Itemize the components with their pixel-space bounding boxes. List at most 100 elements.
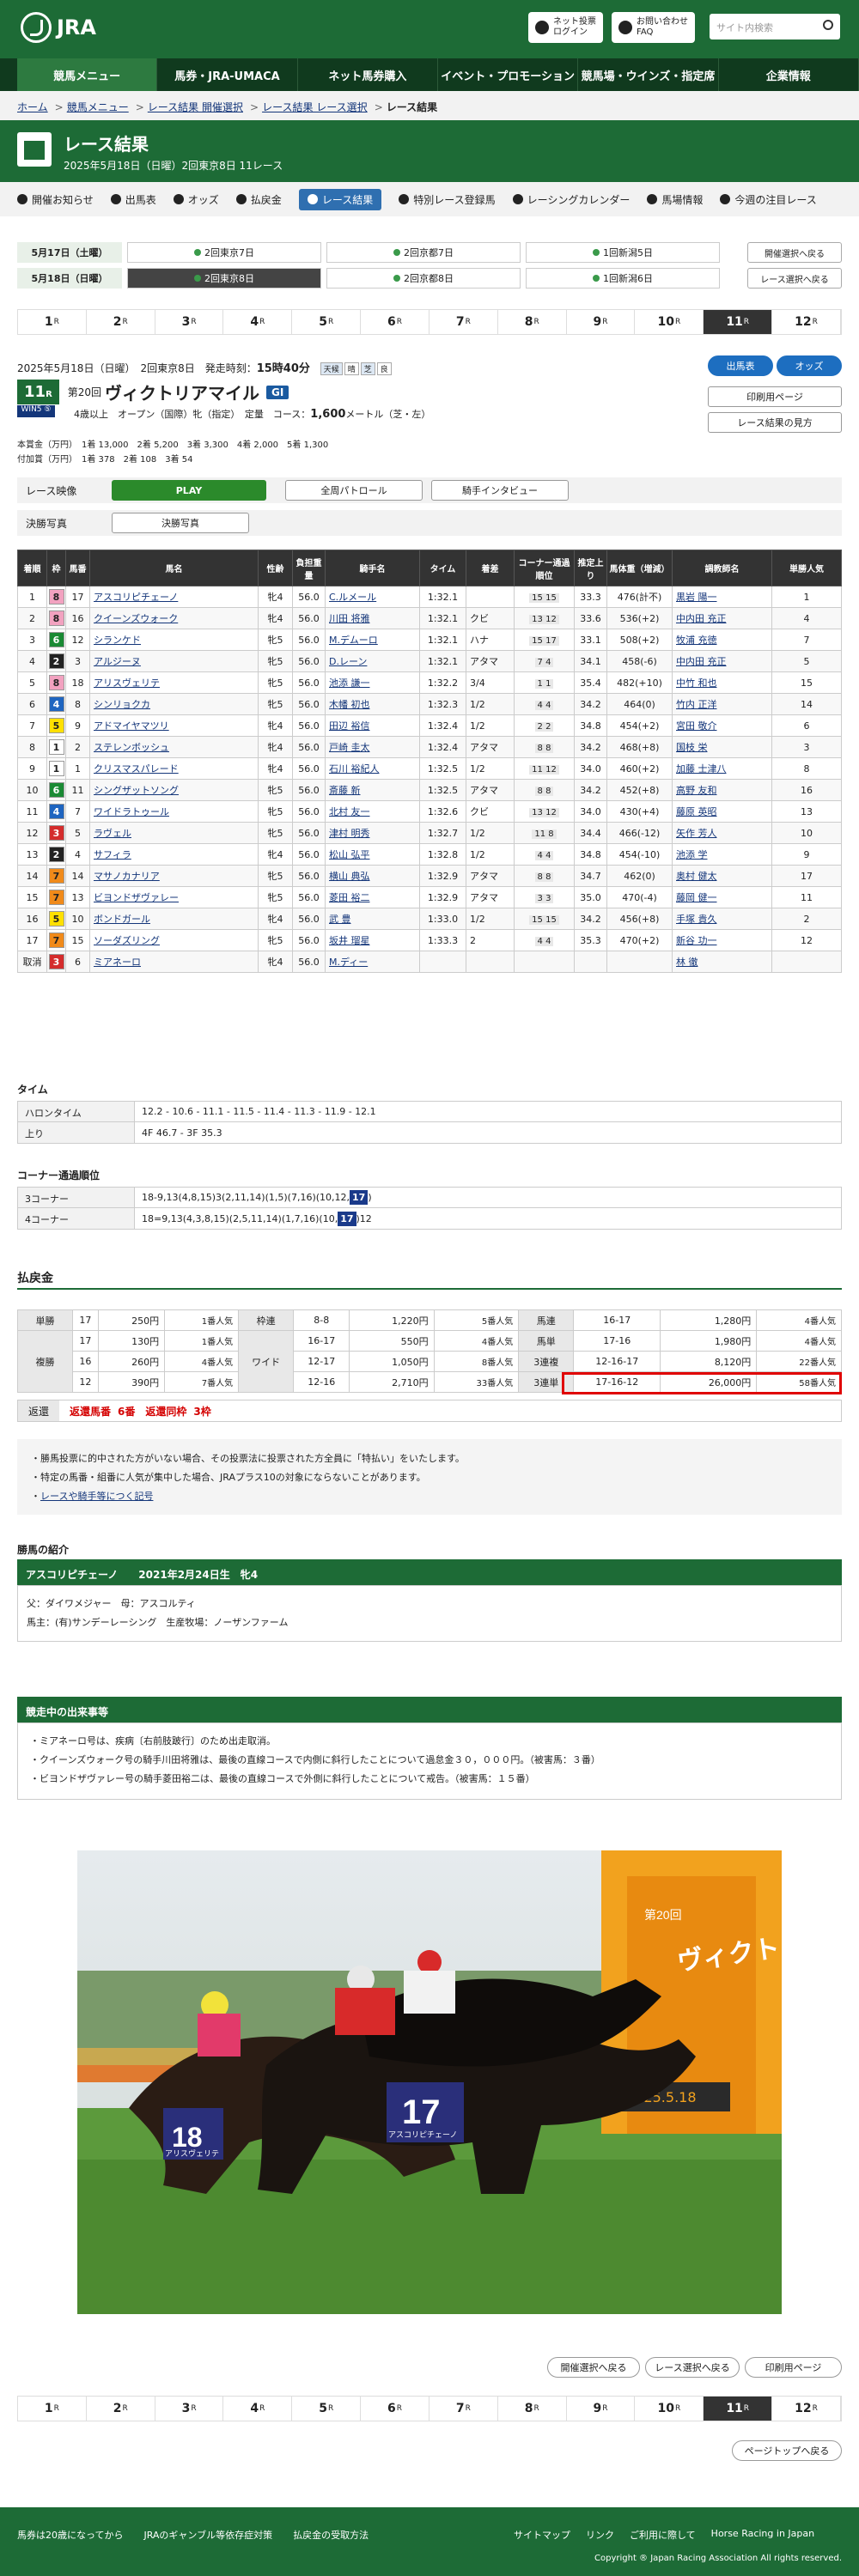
jockey-link[interactable]: 石川 裕紀人 (329, 763, 380, 775)
race-nav-item[interactable]: 6R (361, 2397, 430, 2421)
footer-link[interactable]: リンク (586, 2528, 614, 2542)
race-nav-item[interactable]: 3R (155, 2397, 224, 2421)
horse-name-link[interactable]: ボンドガール (94, 914, 150, 925)
breadcrumb-link[interactable]: レース結果 開催選択 (148, 101, 243, 113)
footer-link[interactable]: 馬券は20歳になってから (17, 2528, 123, 2542)
race-nav-item[interactable]: 6R (361, 310, 430, 334)
trainer-link[interactable]: 黒岩 陽一 (676, 592, 717, 603)
jockey-link[interactable]: 津村 明秀 (329, 828, 370, 839)
jockey-link[interactable]: 斎藤 新 (329, 785, 361, 796)
page-top-button[interactable]: ページトップへ戻る (732, 2440, 842, 2461)
trainer-link[interactable]: 高野 友和 (676, 785, 717, 796)
back-to-race-button[interactable]: レース選択へ戻る (645, 2357, 740, 2378)
net-login-button[interactable]: ネット投票 ログイン (528, 12, 603, 43)
jockey-link[interactable]: D.レーン (329, 656, 367, 667)
race-nav-item[interactable]: 9R (567, 2397, 636, 2421)
trainer-link[interactable]: 新谷 功一 (676, 935, 717, 946)
subnav-tab[interactable]: レーシングカレンダー (512, 192, 630, 207)
jockey-link[interactable]: 田辺 裕信 (329, 720, 370, 732)
subnav-tab[interactable]: 払戻金 (235, 192, 282, 207)
horse-name-link[interactable]: マサノカナリア (94, 871, 160, 882)
horse-name-link[interactable]: アルジーヌ (94, 656, 141, 667)
interview-button[interactable]: 騎手インタビュー (431, 480, 569, 501)
footer-link[interactable]: サイトマップ (514, 2528, 570, 2542)
meeting-button[interactable]: 2回東京8日 (127, 268, 321, 289)
horse-name-link[interactable]: シングザットソング (94, 785, 179, 796)
play-button[interactable]: PLAY (112, 480, 266, 501)
race-nav-item[interactable]: 12 R (772, 2397, 841, 2421)
horse-name-link[interactable]: アスコリピチェーノ (94, 592, 178, 603)
race-nav-item[interactable]: 7R (430, 2397, 498, 2421)
gnav-item[interactable]: 競馬メニュー (17, 58, 158, 91)
race-nav-item[interactable]: 12 R (772, 310, 841, 334)
trainer-link[interactable]: 奥村 健太 (676, 871, 717, 882)
breadcrumb-link[interactable]: 競馬メニュー (67, 101, 129, 113)
trainer-link[interactable]: 林 徹 (676, 957, 698, 968)
jockey-link[interactable]: C.ルメール (329, 592, 376, 603)
meeting-button[interactable]: 2回京都7日 (326, 242, 521, 263)
horse-name-link[interactable]: アドマイヤマツリ (94, 720, 169, 732)
jockey-link[interactable]: 戸崎 圭太 (329, 742, 370, 753)
footer-link[interactable]: JRAのギャンブル等依存症対策 (143, 2528, 272, 2542)
jockey-link[interactable]: 川田 将雅 (329, 613, 370, 624)
subnav-tab[interactable]: オッズ (173, 192, 219, 207)
trainer-link[interactable]: 藤原 英昭 (676, 806, 717, 817)
patrol-button[interactable]: 全周パトロール (285, 480, 423, 501)
trainer-link[interactable]: 中内田 充正 (676, 656, 727, 667)
subnav-tab[interactable]: 特別レース登録馬 (399, 192, 496, 207)
jockey-link[interactable]: 木幡 初也 (329, 699, 370, 710)
race-nav-item[interactable]: 4R (223, 2397, 293, 2421)
print-page-button[interactable]: 印刷用ページ (708, 386, 842, 407)
trainer-link[interactable]: 国枝 栄 (676, 742, 708, 753)
trainer-link[interactable]: 池添 学 (676, 849, 708, 860)
jockey-link[interactable]: M.ディー (329, 957, 368, 968)
race-nav-item[interactable]: 1R (18, 2397, 87, 2421)
result-howto-button[interactable]: レース結果の見方 (708, 412, 842, 433)
jra-logo[interactable]: JRA (21, 12, 96, 43)
race-nav-item[interactable]: 5R (292, 2397, 362, 2421)
meeting-button[interactable]: 1回新潟5日 (526, 242, 720, 263)
horse-name-link[interactable]: シランケド (94, 635, 141, 646)
odds-button[interactable]: オッズ (777, 355, 842, 376)
search-icon[interactable] (823, 20, 833, 30)
print-page-button-bottom[interactable]: 印刷用ページ (745, 2357, 842, 2378)
jockey-link[interactable]: 松山 弘平 (329, 849, 370, 860)
horse-name-link[interactable]: アリスヴェリテ (94, 677, 160, 689)
gnav-item[interactable]: ネット馬券購入 (298, 58, 438, 91)
race-nav-item[interactable]: 11 R (704, 2397, 773, 2421)
subnav-tab[interactable]: 馬場情報 (647, 192, 703, 207)
gnav-item[interactable]: 競馬場・ウインズ・指定席 (578, 58, 719, 91)
jockey-link[interactable]: 武 豊 (329, 914, 351, 925)
subnav-tab[interactable]: 開催お知らせ (17, 192, 94, 207)
race-nav-item[interactable]: 1R (18, 310, 87, 334)
trainer-link[interactable]: 牧浦 充徳 (676, 635, 717, 646)
gnav-item[interactable]: 企業情報 (719, 58, 859, 91)
race-nav-item[interactable]: 10 R (635, 310, 704, 334)
breadcrumb-link[interactable]: レース結果 レース選択 (262, 101, 368, 113)
race-nav-item[interactable]: 4R (223, 310, 293, 334)
footer-link[interactable]: ご利用に際して (630, 2528, 696, 2542)
horse-name-link[interactable]: ソーダズリング (94, 935, 160, 946)
horse-name-link[interactable]: ラヴェル (94, 828, 131, 839)
race-nav-item[interactable]: 10 R (635, 2397, 704, 2421)
race-nav-item[interactable]: 2R (87, 310, 155, 334)
gnav-item[interactable]: 馬券・JRA-UMACA (157, 58, 298, 91)
horse-name-link[interactable]: シンリョクカ (94, 699, 150, 710)
race-nav-item[interactable]: 5R (292, 310, 362, 334)
breadcrumb-link[interactable]: ホーム (17, 101, 48, 113)
footer-link[interactable]: Horse Racing in Japan (711, 2528, 814, 2542)
back-to-meeting-button[interactable]: 開催選択へ戻る (547, 2357, 640, 2378)
symbols-link[interactable]: レースや騎手等につく記号 (40, 1491, 153, 1502)
race-nav-item[interactable]: 11 R (704, 310, 773, 334)
horse-name-link[interactable]: ビヨンドザヴァレー (94, 892, 179, 903)
jockey-link[interactable]: 坂井 瑠星 (329, 935, 370, 946)
horse-name-link[interactable]: ミアネーロ (94, 957, 141, 968)
gnav-item[interactable]: イベント・プロモーション (438, 58, 579, 91)
jockey-link[interactable]: 北村 友一 (329, 806, 370, 817)
horse-name-link[interactable]: クイーンズウォーク (94, 613, 178, 624)
entry-button[interactable]: 出馬表 (708, 355, 773, 376)
trainer-link[interactable]: 矢作 芳人 (676, 828, 717, 839)
subnav-tab[interactable]: レース結果 (298, 188, 382, 210)
trainer-link[interactable]: 中内田 充正 (676, 613, 727, 624)
meeting-button[interactable]: 2回東京7日 (127, 242, 321, 263)
